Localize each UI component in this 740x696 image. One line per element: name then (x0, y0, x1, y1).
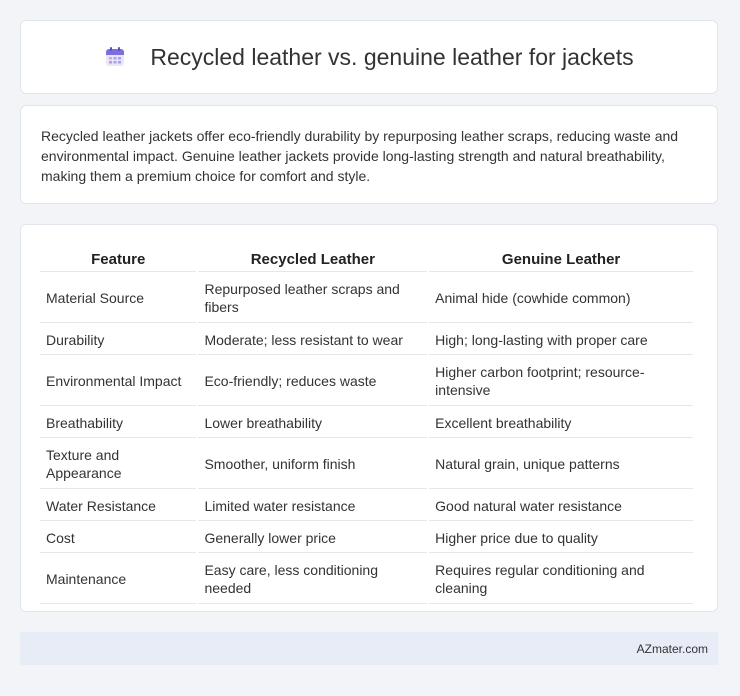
genuine-cell: Natural grain, unique patterns (429, 440, 693, 489)
recycled-cell: Easy care, less conditioning needed (198, 555, 428, 604)
feature-cell: Environmental Impact (40, 357, 197, 406)
table-row: Water Resistance Limited water resistanc… (40, 491, 693, 521)
table-row: Maintenance Easy care, less conditioning… (40, 555, 693, 604)
feature-cell: Breathability (40, 408, 197, 438)
footer-brand[interactable]: AZmater.com (637, 642, 708, 656)
genuine-cell: Higher carbon footprint; resource-intens… (429, 357, 693, 406)
feature-cell: Durability (40, 325, 197, 355)
header-recycled-leather: Recycled Leather (198, 245, 428, 272)
genuine-cell: High; long-lasting with proper care (429, 325, 693, 355)
table-row: Texture and Appearance Smoother, uniform… (40, 440, 693, 489)
genuine-cell: Excellent breathability (429, 408, 693, 438)
footer: AZmater.com (20, 632, 718, 665)
comparison-card: Feature Recycled Leather Genuine Leather… (20, 224, 718, 612)
table-row: Environmental Impact Eco-friendly; reduc… (40, 357, 693, 406)
table-row: Breathability Lower breathability Excell… (40, 408, 693, 438)
feature-cell: Texture and Appearance (40, 440, 197, 489)
genuine-cell: Animal hide (cowhide common) (429, 274, 693, 323)
feature-cell: Maintenance (40, 555, 197, 604)
genuine-cell: Requires regular conditioning and cleani… (429, 555, 693, 604)
recycled-cell: Eco-friendly; reduces waste (198, 357, 428, 406)
page-title: Recycled leather vs. genuine leather for… (150, 43, 634, 70)
recycled-cell: Moderate; less resistant to wear (198, 325, 428, 355)
table-header-row: Feature Recycled Leather Genuine Leather (40, 245, 693, 272)
intro-paragraph: Recycled leather jackets offer eco-frien… (41, 128, 679, 184)
recycled-cell: Repurposed leather scraps and fibers (198, 274, 428, 323)
table-row: Cost Generally lower price Higher price … (40, 523, 693, 553)
table-row: Durability Moderate; less resistant to w… (40, 325, 693, 355)
intro-card: Recycled leather jackets offer eco-frien… (20, 105, 718, 204)
recycled-cell: Smoother, uniform finish (198, 440, 428, 489)
genuine-cell: Good natural water resistance (429, 491, 693, 521)
feature-cell: Water Resistance (40, 491, 197, 521)
recycled-cell: Generally lower price (198, 523, 428, 553)
feature-cell: Material Source (40, 274, 197, 323)
comparison-table: Feature Recycled Leather Genuine Leather… (38, 243, 695, 606)
recycled-cell: Lower breathability (198, 408, 428, 438)
feature-cell: Cost (40, 523, 197, 553)
header-genuine-leather: Genuine Leather (429, 245, 693, 272)
recycled-cell: Limited water resistance (198, 491, 428, 521)
table-row: Material Source Repurposed leather scrap… (40, 274, 693, 323)
header-feature: Feature (40, 245, 197, 272)
calendar-icon (104, 46, 126, 68)
title-card: Recycled leather vs. genuine leather for… (20, 20, 718, 94)
genuine-cell: Higher price due to quality (429, 523, 693, 553)
